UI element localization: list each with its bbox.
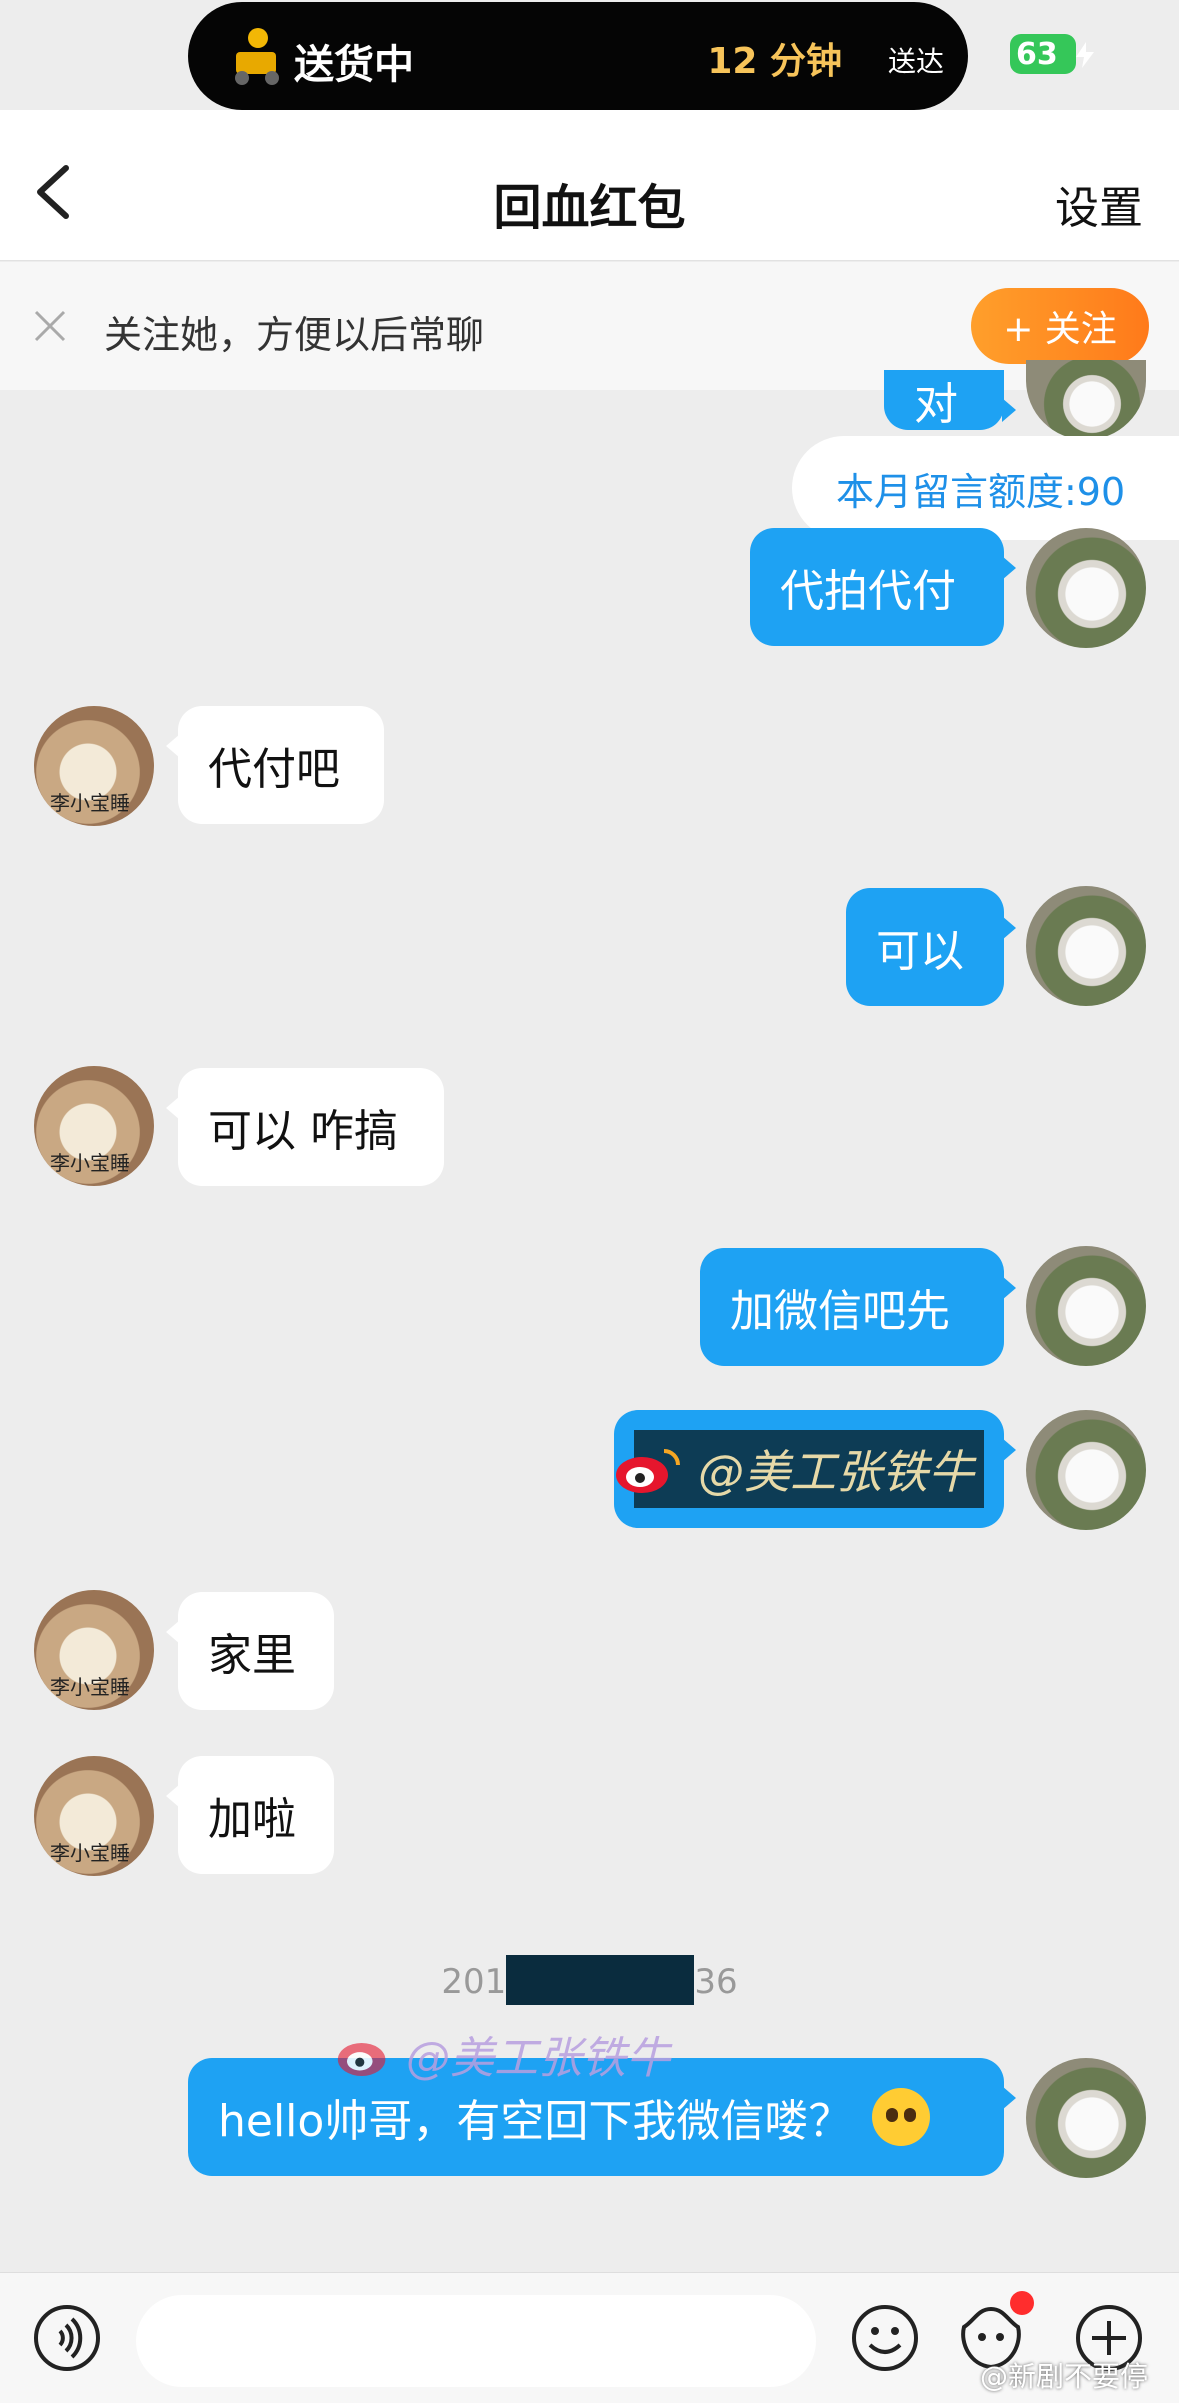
timestamp-suffix: 36 xyxy=(694,1962,738,2002)
my-avatar[interactable] xyxy=(1026,360,1146,440)
delivery-eta-suffix: 送达 xyxy=(887,45,944,78)
message-bubble[interactable]: 加微信吧先 xyxy=(700,1248,1016,1366)
message-bubble[interactable]: 家里 xyxy=(166,1592,334,1710)
delivery-status-label: 送货中 xyxy=(294,42,414,88)
message-bubble[interactable]: 可以 xyxy=(846,888,1016,1006)
contact-avatar[interactable]: 李小宝睡 xyxy=(34,1066,154,1186)
my-avatar[interactable] xyxy=(1026,1246,1146,1366)
delivery-live-activity[interactable]: 送货中 12 分钟 送达 xyxy=(188,2,968,110)
my-avatar[interactable] xyxy=(1026,2058,1146,2178)
avatar-caption: 李小宝睡 xyxy=(50,1151,130,1175)
message-text: hello帅哥，有空回下我微信喽？ xyxy=(218,2096,853,2147)
message-bubble[interactable]: 代拍代付 xyxy=(750,528,1016,646)
chat-input-bar: @新剧不要停 xyxy=(0,2272,1179,2403)
message-bubble[interactable]: 可以 咋搞 xyxy=(166,1068,444,1186)
close-icon[interactable] xyxy=(30,306,70,346)
avatar-caption: 李小宝睡 xyxy=(50,791,130,815)
sticker-content: @美工张铁牛 xyxy=(616,1430,984,1508)
notification-dot xyxy=(1010,2291,1034,2315)
settings-button[interactable]: 设置 xyxy=(1055,172,1143,236)
source-credit: @新剧不要停 xyxy=(980,2360,1149,2393)
delivery-eta: 12 分钟 xyxy=(707,41,842,82)
my-avatar[interactable] xyxy=(1026,1410,1146,1530)
message-bubble[interactable]: 代付吧 xyxy=(166,706,384,824)
weibo-logo-icon xyxy=(337,2043,386,2076)
message-bubble[interactable]: 加啦 xyxy=(166,1756,334,1874)
avatar-caption: 李小宝睡 xyxy=(50,1675,130,1699)
follow-tip-text: 关注她，方便以后常聊 xyxy=(104,313,485,357)
chat-header: 回血红包 设置 xyxy=(0,110,1179,261)
message-input[interactable] xyxy=(136,2295,816,2387)
pleading-face-emoji-icon xyxy=(872,2088,931,2146)
voice-input-icon[interactable] xyxy=(32,2303,102,2373)
message-bubble[interactable]: 对 xyxy=(884,370,1016,430)
battery-indicator: 63 xyxy=(1010,34,1094,74)
delivery-scooter-icon xyxy=(235,28,279,85)
watermark-text: @美工张铁牛 xyxy=(406,2033,670,2084)
my-avatar[interactable] xyxy=(1026,886,1146,1006)
follow-button[interactable]: + 关注 xyxy=(971,288,1149,364)
message-quota-badge: 本月留言额度:90 xyxy=(792,436,1179,540)
my-avatar[interactable] xyxy=(1026,528,1146,648)
contact-avatar[interactable]: 李小宝睡 xyxy=(34,1756,154,1876)
charging-bolt-icon xyxy=(1076,42,1094,68)
emoji-icon[interactable] xyxy=(850,2303,920,2373)
avatar-caption: 李小宝睡 xyxy=(50,1841,130,1865)
redaction-block xyxy=(506,1954,695,2005)
weibo-logo-icon xyxy=(616,1449,680,1493)
contact-avatar[interactable]: 李小宝睡 xyxy=(34,706,154,826)
sticker-text: @美工张铁牛 xyxy=(698,1445,974,1499)
contact-avatar[interactable]: 李小宝睡 xyxy=(34,1590,154,1710)
chat-title: 回血红包 xyxy=(493,180,686,236)
watermark: @美工张铁牛 xyxy=(336,2022,670,2086)
battery-level: 63 xyxy=(1016,36,1058,72)
sticker-message-bubble[interactable]: @美工张铁牛 xyxy=(614,1410,1016,1528)
timestamp-prefix: 201 xyxy=(441,1962,507,2002)
message-timestamp: 201 36 xyxy=(0,1954,1179,2005)
